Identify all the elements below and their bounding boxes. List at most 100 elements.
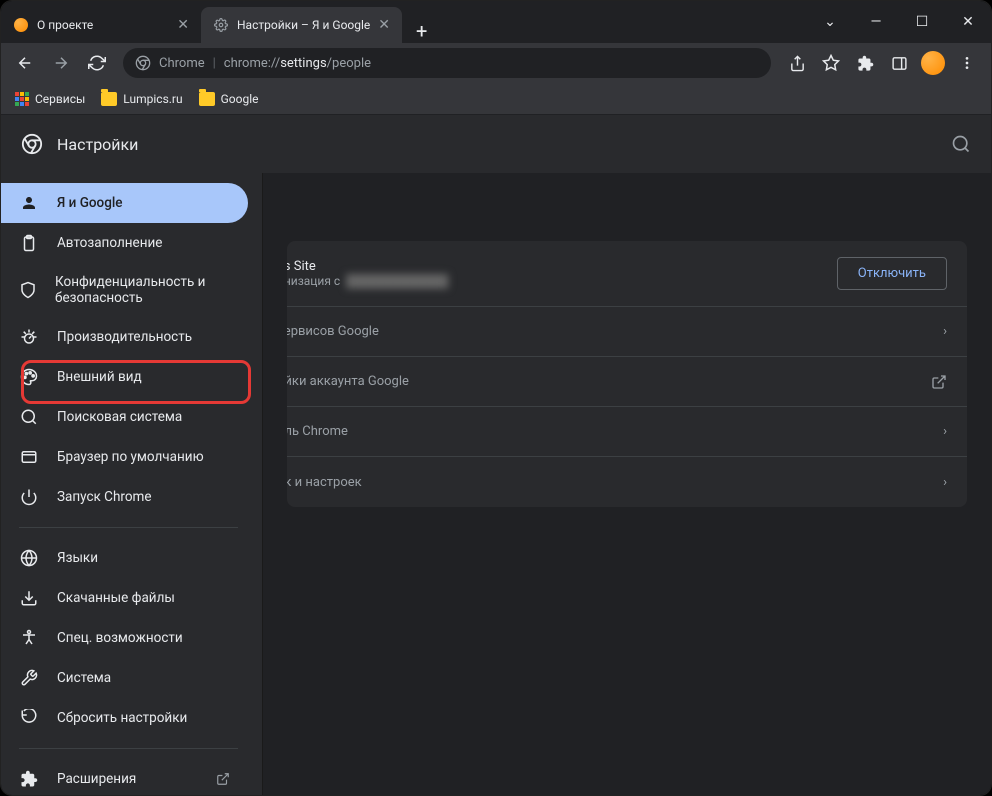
chevron-right-icon: › — [943, 424, 947, 439]
side-panel-icon[interactable] — [883, 47, 915, 79]
disable-button[interactable]: Отключить — [837, 257, 947, 290]
bookmark-label: Сервисы — [35, 92, 85, 106]
bookmarks-bar: Сервисы Lumpics.ru Google — [1, 83, 991, 115]
card-row[interactable]: сервисов Google › — [287, 307, 967, 357]
wrench-icon — [19, 669, 39, 687]
sidebar-item-wrench[interactable]: Система — [1, 658, 248, 698]
card-row[interactable]: иль Chrome › — [287, 407, 967, 457]
row-label: иль Chrome — [287, 424, 348, 439]
bookmark-label: Lumpics.ru — [123, 92, 182, 106]
blurred-email: ████████████ — [346, 274, 448, 288]
minimize-button[interactable]: — — [853, 6, 899, 38]
bookmark-folder[interactable]: Google — [199, 92, 259, 106]
tab-title: Настройки – Я и Google — [237, 18, 370, 32]
maximize-button[interactable]: ☐ — [899, 6, 945, 38]
settings-sidebar: Я и Google Автозаполнение Конфиденциальнос… — [1, 173, 263, 795]
row-label: ойки аккаунта Google — [287, 374, 409, 389]
settings-main: cs Site онизация с ████████████ Отключит… — [263, 173, 991, 795]
back-button[interactable] — [9, 47, 41, 79]
sidebar-item-clipboard[interactable]: Автозаполнение — [1, 223, 248, 263]
reload-button[interactable] — [81, 47, 113, 79]
close-icon[interactable]: ✕ — [378, 17, 390, 33]
shield-icon — [19, 281, 37, 299]
menu-icon[interactable] — [951, 47, 983, 79]
power-icon — [19, 488, 39, 506]
tab-about[interactable]: О проекте ✕ — [1, 7, 201, 43]
sidebar-item-extension[interactable]: Расширения — [1, 759, 248, 795]
sidebar-item-label: Система — [57, 670, 111, 686]
row-label: ок и настроек — [287, 475, 362, 490]
chrome-logo-icon — [21, 133, 43, 155]
orange-dot-icon — [13, 17, 29, 33]
external-link-icon — [931, 374, 947, 390]
sidebar-item-globe[interactable]: Языки — [1, 538, 248, 578]
forward-button[interactable] — [45, 47, 77, 79]
search-icon — [19, 408, 39, 426]
card-row[interactable]: ойки аккаунта Google — [287, 357, 967, 407]
sidebar-item-speed[interactable]: Производительность — [1, 317, 248, 357]
avatar[interactable] — [917, 47, 949, 79]
separator: | — [213, 56, 216, 71]
sidebar-item-label: Языки — [57, 550, 98, 566]
browser-icon — [19, 448, 39, 466]
sidebar-item-label: Запуск Chrome — [57, 489, 152, 505]
profile-row: cs Site онизация с ████████████ Отключит… — [287, 241, 967, 307]
close-window-button[interactable]: ✕ — [945, 6, 991, 38]
origin-label: Chrome — [159, 56, 205, 71]
star-icon[interactable] — [815, 47, 847, 79]
sidebar-item-label: Поисковая система — [57, 409, 182, 425]
sidebar-item-label: Спец. возможности — [57, 630, 183, 646]
apps-grid-icon — [15, 92, 29, 106]
tab-strip: О проекте ✕ Настройки – Я и Google ✕ + — [1, 1, 441, 43]
folder-icon — [101, 92, 117, 106]
settings-title: Настройки — [57, 135, 138, 154]
folder-icon — [199, 92, 215, 106]
extensions-icon[interactable] — [849, 47, 881, 79]
clipboard-icon — [19, 234, 39, 252]
sidebar-item-browser[interactable]: Браузер по умолчанию — [1, 437, 248, 477]
bookmark-label: Google — [221, 92, 259, 106]
extension-icon — [19, 770, 39, 788]
row-label: сервисов Google — [287, 324, 379, 339]
sidebar-item-label: Внешний вид — [57, 369, 142, 385]
close-icon[interactable]: ✕ — [177, 17, 189, 33]
external-link-icon — [216, 772, 230, 786]
address-bar[interactable]: Chrome | chrome://settings/people — [123, 48, 771, 78]
share-icon[interactable] — [781, 47, 813, 79]
sidebar-item-download[interactable]: Скачанные файлы — [1, 578, 248, 618]
sidebar-item-label: Производительность — [57, 329, 192, 345]
sync-label: онизация с — [287, 274, 340, 288]
apps-shortcut[interactable]: Сервисы — [15, 92, 85, 106]
sidebar-item-label: Автозаполнение — [57, 235, 162, 251]
sidebar-item-label: Расширения — [57, 771, 136, 787]
sidebar-item-power[interactable]: Запуск Chrome — [1, 477, 248, 517]
palette-icon — [19, 368, 39, 386]
url-text: chrome://settings/people — [224, 56, 371, 71]
card-row[interactable]: ок и настроек › — [287, 457, 967, 507]
speed-icon — [19, 328, 39, 346]
sidebar-item-person[interactable]: Я и Google — [1, 183, 248, 223]
sidebar-item-palette[interactable]: Внешний вид — [1, 357, 248, 397]
sidebar-item-search[interactable]: Поисковая система — [1, 397, 248, 437]
tab-settings[interactable]: Настройки – Я и Google ✕ — [201, 7, 402, 43]
new-tab-button[interactable]: + — [402, 19, 441, 43]
sidebar-item-label: Конфиденциальность и безопасность — [55, 274, 230, 306]
gear-icon — [213, 17, 229, 33]
sidebar-item-label: Браузер по умолчанию — [57, 449, 204, 465]
sidebar-item-accessibility[interactable]: Спец. возможности — [1, 618, 248, 658]
sidebar-item-reset[interactable]: Сбросить настройки — [1, 698, 248, 738]
bookmark-folder[interactable]: Lumpics.ru — [101, 92, 182, 106]
sidebar-separator — [19, 748, 238, 749]
person-icon — [19, 194, 39, 212]
globe-icon — [19, 549, 39, 567]
caret-down-icon[interactable]: ⌄ — [807, 6, 853, 38]
chevron-right-icon: › — [943, 324, 947, 339]
settings-card: cs Site онизация с ████████████ Отключит… — [287, 241, 967, 507]
sidebar-item-shield[interactable]: Конфиденциальность и безопасность — [1, 263, 248, 317]
window-controls: ⌄ — ☐ ✕ — [807, 6, 991, 38]
sidebar-item-label: Сбросить настройки — [57, 710, 187, 726]
chrome-icon — [135, 55, 151, 71]
sidebar-item-label: Я и Google — [57, 195, 123, 211]
sidebar-item-label: Скачанные файлы — [57, 590, 175, 606]
search-icon[interactable] — [951, 134, 971, 154]
